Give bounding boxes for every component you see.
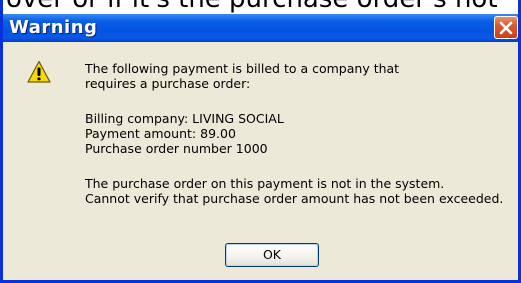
message-line-2: requires a purchase order: (85, 76, 251, 91)
message-line-1: The following payment is billed to a com… (85, 61, 400, 76)
ok-button[interactable]: OK (225, 243, 319, 267)
payment-amount: Payment amount: 89.00 (85, 126, 236, 141)
close-button[interactable] (494, 16, 518, 39)
dialog-body: The following payment is billed to a com… (3, 42, 518, 280)
note-line-1: The purchase order on this payment is no… (85, 176, 445, 191)
window-title: Warning (9, 17, 98, 38)
warning-icon (27, 60, 51, 83)
title-bar[interactable]: Warning (3, 14, 518, 42)
billing-company: Billing company: LIVING SOCIAL (85, 111, 284, 126)
purchase-order-number: Purchase order number 1000 (85, 141, 268, 156)
note-line-2: Cannot verify that purchase order amount… (85, 191, 504, 206)
warning-dialog: Warning The following payment is billed … (0, 0, 521, 283)
close-icon (499, 21, 513, 35)
